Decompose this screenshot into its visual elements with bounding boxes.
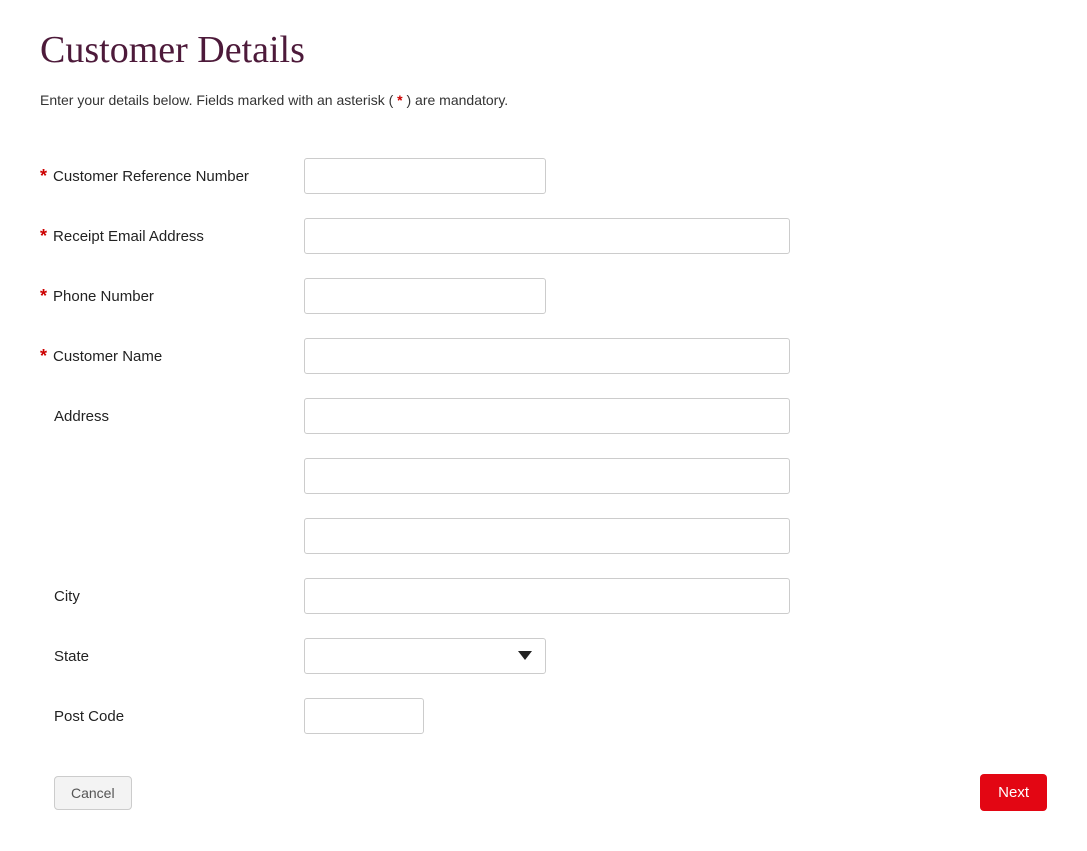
label-text-city: City [54, 588, 80, 605]
address2-input[interactable] [304, 458, 790, 494]
label-text-state: State [54, 648, 89, 665]
label-name: * Customer Name [40, 347, 304, 365]
label-text-email: Receipt Email Address [53, 228, 204, 245]
row-city: City [40, 578, 1047, 614]
required-asterisk-icon: * [40, 167, 47, 185]
label-email: * Receipt Email Address [40, 227, 304, 245]
row-email: * Receipt Email Address [40, 218, 1047, 254]
email-input[interactable] [304, 218, 790, 254]
state-select[interactable] [304, 638, 546, 674]
row-postcode: Post Code [40, 698, 1047, 734]
label-text-name: Customer Name [53, 348, 162, 365]
required-asterisk-icon: * [40, 227, 47, 245]
button-row: Cancel Next [40, 774, 1047, 811]
name-input[interactable] [304, 338, 790, 374]
postcode-input[interactable] [304, 698, 424, 734]
label-text-phone: Phone Number [53, 288, 154, 305]
address1-input[interactable] [304, 398, 790, 434]
row-address3 [40, 518, 1047, 554]
intro-text: Enter your details below. Fields marked … [40, 92, 1047, 108]
intro-before: Enter your details below. Fields marked … [40, 92, 393, 108]
cancel-button[interactable]: Cancel [54, 776, 132, 810]
row-address2 [40, 458, 1047, 494]
intro-after: ) are mandatory. [407, 92, 509, 108]
label-phone: * Phone Number [40, 287, 304, 305]
label-customer-ref: * Customer Reference Number [40, 167, 304, 185]
row-phone: * Phone Number [40, 278, 1047, 314]
label-postcode: Post Code [40, 708, 304, 725]
page-title: Customer Details [40, 28, 1047, 72]
label-text-customer-ref: Customer Reference Number [53, 168, 249, 185]
row-state: State [40, 638, 1047, 674]
required-asterisk-icon: * [40, 347, 47, 365]
address3-input[interactable] [304, 518, 790, 554]
customer-ref-input[interactable] [304, 158, 546, 194]
label-city: City [40, 588, 304, 605]
city-input[interactable] [304, 578, 790, 614]
row-name: * Customer Name [40, 338, 1047, 374]
label-address: Address [40, 408, 304, 425]
required-asterisk-icon: * [40, 287, 47, 305]
next-button[interactable]: Next [980, 774, 1047, 811]
label-text-postcode: Post Code [54, 708, 124, 725]
row-customer-ref: * Customer Reference Number [40, 158, 1047, 194]
mandatory-asterisk-icon: * [397, 92, 402, 108]
label-state: State [40, 648, 304, 665]
row-address1: Address [40, 398, 1047, 434]
label-text-address: Address [54, 408, 109, 425]
phone-input[interactable] [304, 278, 546, 314]
